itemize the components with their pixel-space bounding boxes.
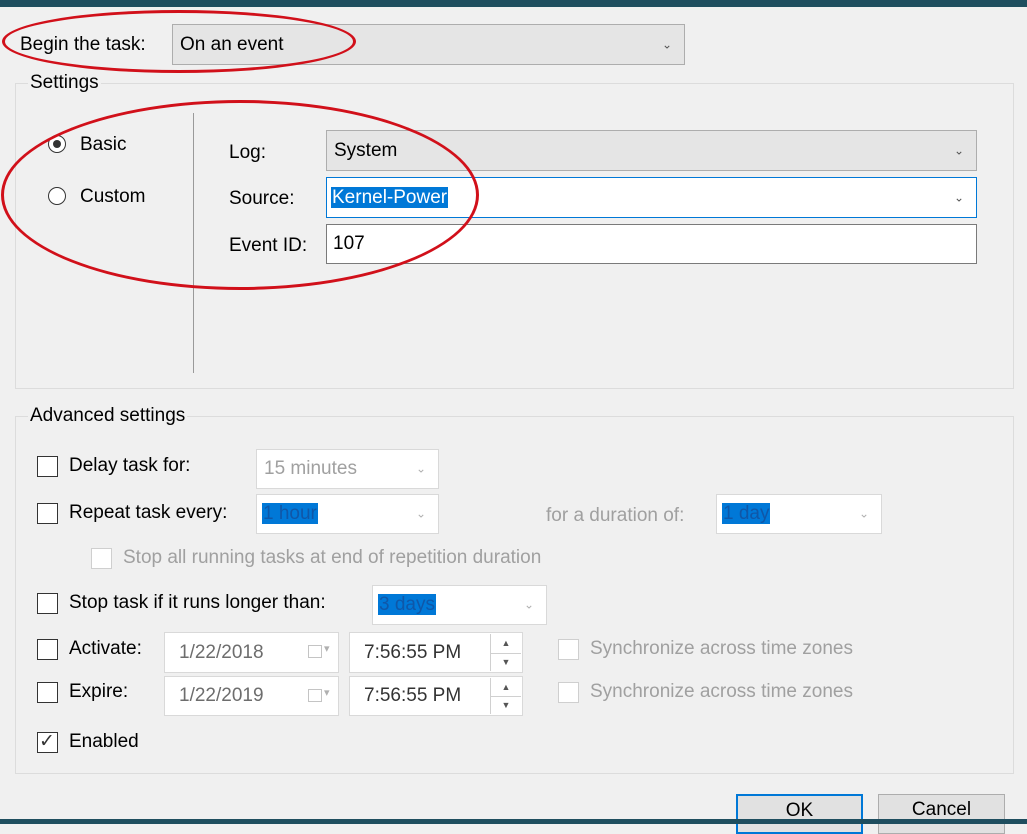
enabled-label: Enabled [69,731,139,752]
log-label: Log: [229,142,266,163]
activate-date-value: 1/22/2018 [179,641,264,663]
chevron-down-icon: ⌄ [953,142,964,157]
custom-radio-label: Custom [80,186,146,207]
source-label: Source: [229,188,295,209]
enabled-checkbox[interactable]: ✓ [37,731,58,753]
activate-checkbox[interactable] [37,639,58,660]
source-value[interactable]: Kernel-Power [331,186,449,208]
calendar-icon[interactable] [308,686,330,702]
stop-task-longer-checkbox[interactable] [37,593,58,614]
activate-sync-label: Synchronize across time zones [590,638,853,659]
delay-task-checkbox[interactable] [37,456,58,477]
chevron-down-icon: ⌄ [523,597,534,612]
stop-task-longer-label: Stop task if it runs longer than: [69,592,326,613]
expire-label: Expire: [69,681,129,702]
duration-value: 1 day [722,503,771,524]
basic-radio[interactable] [48,135,66,153]
expire-time-picker[interactable]: 7:56:55 PM ▲ ▼ [349,676,523,716]
delay-task-value: 15 minutes [264,458,357,479]
repeat-task-label: Repeat task every: [69,502,228,523]
chevron-down-icon: ⌄ [661,36,672,51]
stop-all-tasks-checkbox[interactable] [91,548,112,569]
begin-task-label: Begin the task: [20,34,146,55]
spin-arrows-icon[interactable]: ▲ ▼ [490,678,521,714]
advanced-settings-title: Advanced settings [28,405,188,427]
expire-date-value: 1/22/2019 [179,685,264,706]
delay-task-dropdown[interactable]: 15 minutes ⌄ [256,449,439,489]
cancel-button[interactable]: Cancel [878,794,1005,834]
repeat-task-checkbox[interactable] [37,503,58,524]
spin-arrows-icon[interactable]: ▲ ▼ [490,634,521,671]
chevron-down-icon: ⌄ [415,461,426,476]
ok-button[interactable]: OK [736,794,863,834]
duration-dropdown[interactable]: 1 day ⌄ [716,494,882,534]
source-dropdown[interactable]: Kernel-Power ⌄ [326,177,977,218]
log-value: System [334,139,398,161]
expire-sync-checkbox[interactable] [558,682,579,703]
duration-label: for a duration of: [546,505,685,526]
expire-time-value: 7:56:55 PM [364,685,462,706]
settings-divider [193,113,194,373]
expire-sync-label: Synchronize across time zones [590,681,853,702]
repeat-task-value: 1 hour [262,503,318,524]
window-title-bar [0,0,1027,7]
activate-time-value: 7:56:55 PM [364,641,462,663]
custom-radio[interactable] [48,187,66,205]
chevron-down-icon: ⌄ [858,506,869,521]
cancel-button-label: Cancel [911,799,972,820]
calendar-icon[interactable] [308,642,330,658]
basic-radio-label: Basic [80,134,127,155]
stop-task-longer-dropdown[interactable]: 3 days ⌄ [372,585,547,625]
chevron-down-icon: ⌄ [415,506,426,521]
ok-button-label: OK [785,800,814,821]
log-dropdown[interactable]: System ⌄ [326,130,977,171]
repeat-task-dropdown[interactable]: 1 hour ⌄ [256,494,439,534]
activate-sync-checkbox[interactable] [558,639,579,660]
activate-date-picker[interactable]: 1/22/2018 [164,632,339,673]
checkmark-icon: ✓ [39,731,55,752]
begin-task-dropdown[interactable]: On an event ⌄ [172,24,685,65]
delay-task-label: Delay task for: [69,455,191,476]
window-bottom-edge [0,819,1027,824]
stop-task-longer-value: 3 days [378,594,436,615]
activate-label: Activate: [69,638,142,659]
settings-group-title: Settings [28,72,101,94]
event-id-input[interactable]: 107 [326,224,977,264]
chevron-down-icon: ⌄ [953,189,964,204]
expire-checkbox[interactable] [37,682,58,703]
expire-date-picker[interactable]: 1/22/2019 [164,676,339,716]
begin-task-value: On an event [180,33,284,55]
stop-all-tasks-label: Stop all running tasks at end of repetit… [123,547,542,568]
event-id-label: Event ID: [229,235,308,256]
activate-time-picker[interactable]: 7:56:55 PM ▲ ▼ [349,632,523,673]
event-id-value: 107 [333,233,365,254]
